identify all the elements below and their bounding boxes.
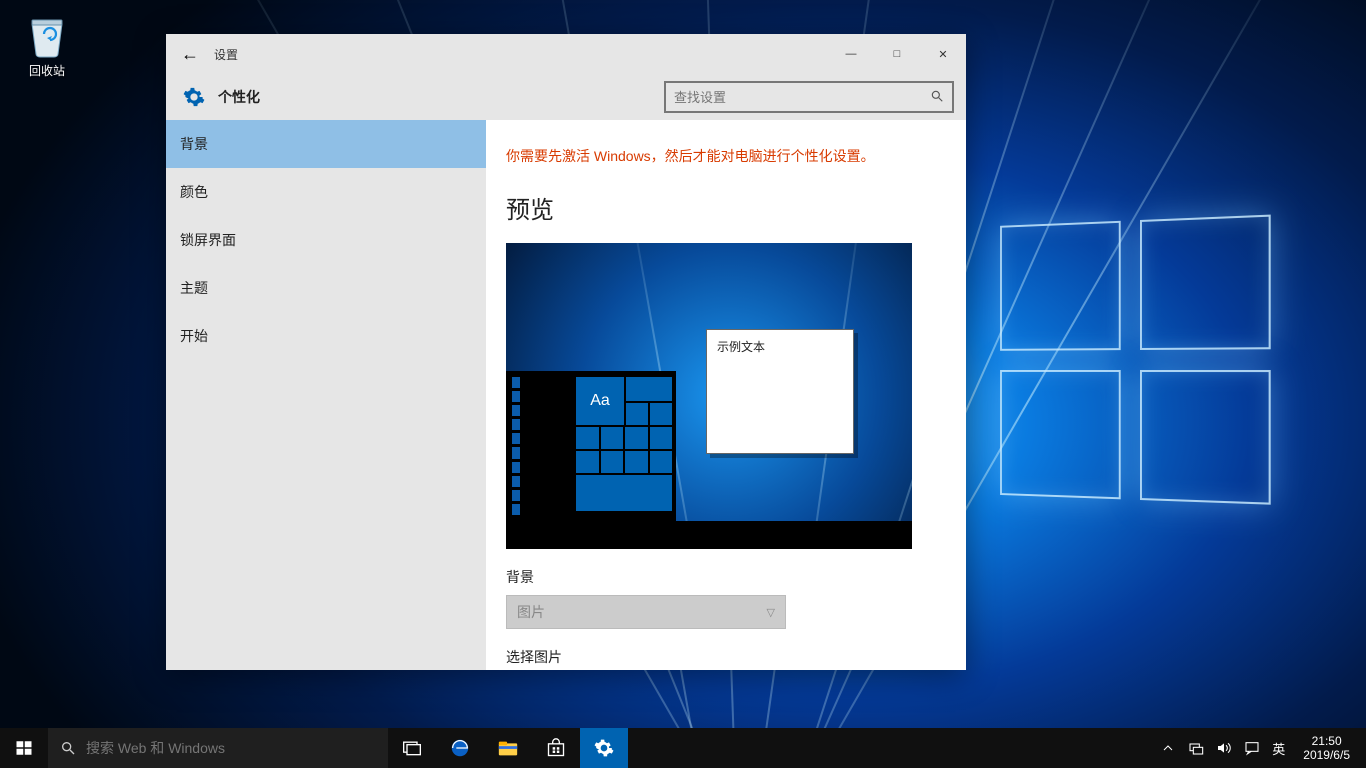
background-label: 背景 xyxy=(506,567,946,587)
taskbar-app-edge[interactable] xyxy=(436,728,484,768)
preview-sample-window: 示例文本 xyxy=(706,329,854,454)
minimize-button[interactable]: — xyxy=(828,34,874,74)
taskbar-clock[interactable]: 21:50 2019/6/5 xyxy=(1297,734,1356,763)
background-type-value: 图片 xyxy=(517,602,545,622)
taskbar-app-settings[interactable] xyxy=(580,728,628,768)
sidebar-item-start[interactable]: 开始 xyxy=(166,312,486,360)
maximize-button[interactable]: □ xyxy=(874,34,920,74)
preview-start-menu: Aa xyxy=(506,371,676,521)
sidebar-item-colors[interactable]: 颜色 xyxy=(166,168,486,216)
settings-sidebar: 背景 颜色 锁屏界面 主题 开始 xyxy=(166,120,486,670)
system-tray: 英 21:50 2019/6/5 xyxy=(1150,728,1366,768)
settings-content: 你需要先激活 Windows，然后才能对电脑进行个性化设置。 预览 示例文本 A… xyxy=(486,120,966,670)
start-button[interactable] xyxy=(0,728,48,768)
desktop-preview: 示例文本 Aa xyxy=(506,243,912,549)
clock-date: 2019/6/5 xyxy=(1303,748,1350,762)
tray-chevron-up-icon[interactable] xyxy=(1160,740,1176,756)
volume-icon[interactable] xyxy=(1216,740,1232,756)
recycle-bin-desktop-icon[interactable]: 回收站 xyxy=(10,10,84,79)
task-view-button[interactable] xyxy=(388,728,436,768)
background-type-select[interactable]: 图片 ▽ xyxy=(506,595,786,629)
action-center-icon[interactable] xyxy=(1244,740,1260,756)
settings-headerbar: 个性化 xyxy=(166,74,966,120)
sidebar-item-label: 开始 xyxy=(180,326,208,346)
taskbar-app-explorer[interactable] xyxy=(484,728,532,768)
windows-logo-art xyxy=(1000,214,1292,527)
preview-taskbar xyxy=(506,521,912,549)
activation-warning: 你需要先激活 Windows，然后才能对电脑进行个性化设置。 xyxy=(506,146,946,166)
recycle-bin-icon xyxy=(26,14,68,58)
recycle-bin-label: 回收站 xyxy=(10,62,84,79)
network-icon[interactable] xyxy=(1188,740,1204,756)
taskbar-app-store[interactable] xyxy=(532,728,580,768)
search-input[interactable] xyxy=(674,90,930,105)
sidebar-item-label: 主题 xyxy=(180,278,208,298)
search-settings-box[interactable] xyxy=(664,81,954,113)
search-icon xyxy=(930,89,944,106)
search-icon xyxy=(60,740,76,756)
sidebar-item-label: 背景 xyxy=(180,134,208,154)
window-title: 设置 xyxy=(214,46,238,63)
sidebar-item-background[interactable]: 背景 xyxy=(166,120,486,168)
page-title: 个性化 xyxy=(218,87,260,107)
sidebar-item-label: 锁屏界面 xyxy=(180,230,236,250)
clock-time: 21:50 xyxy=(1303,734,1350,748)
back-button[interactable]: ← xyxy=(166,34,214,74)
settings-window: ← 设置 — □ ✕ 个性化 背景 颜色 锁屏界面 主题 开始 你需要先激活 W… xyxy=(166,34,966,670)
window-titlebar[interactable]: ← 设置 — □ ✕ xyxy=(166,34,966,74)
sidebar-item-label: 颜色 xyxy=(180,182,208,202)
sample-text: 示例文本 xyxy=(717,340,765,354)
preview-heading: 预览 xyxy=(506,190,946,225)
taskbar: 英 21:50 2019/6/5 xyxy=(0,728,1366,768)
chevron-down-icon: ▽ xyxy=(767,606,775,619)
ime-indicator[interactable]: 英 xyxy=(1272,739,1285,758)
sidebar-item-lockscreen[interactable]: 锁屏界面 xyxy=(166,216,486,264)
choose-picture-label: 选择图片 xyxy=(506,647,946,667)
preview-tile-aa: Aa xyxy=(576,377,624,425)
sidebar-item-themes[interactable]: 主题 xyxy=(166,264,486,312)
gear-icon xyxy=(178,81,210,113)
close-button[interactable]: ✕ xyxy=(920,34,966,74)
taskbar-search[interactable] xyxy=(48,728,388,768)
taskbar-search-input[interactable] xyxy=(86,740,376,756)
